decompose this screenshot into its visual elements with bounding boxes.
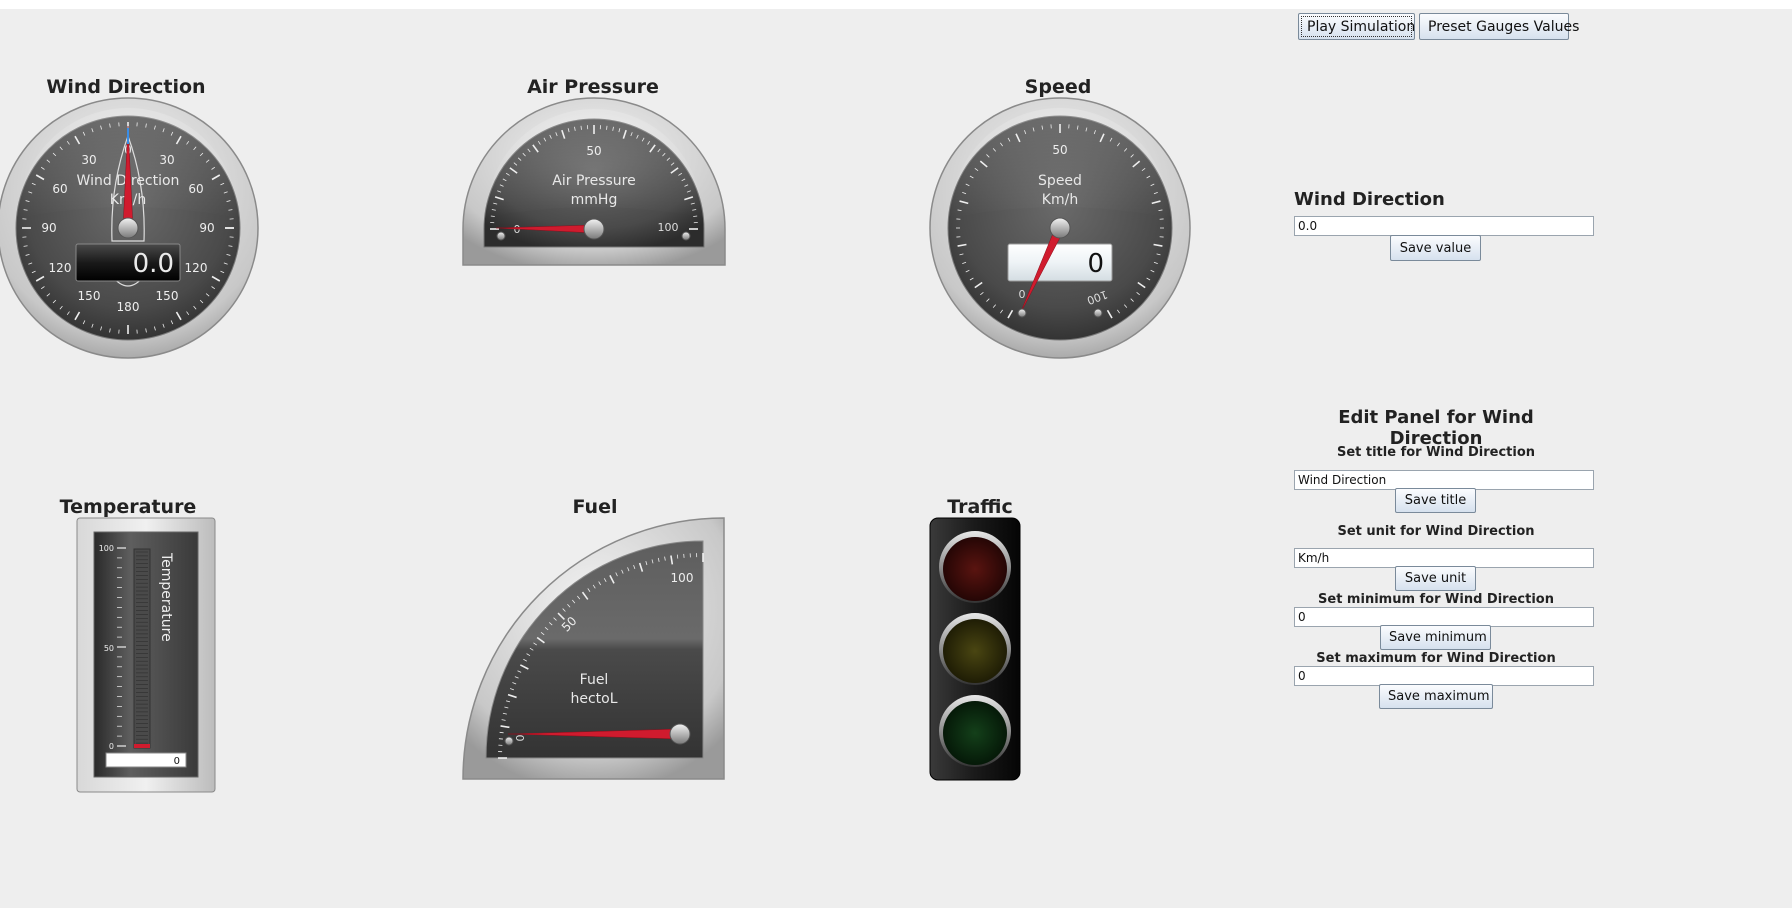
- speed-needle-hub: [1049, 217, 1071, 239]
- wind-tick-label: 30: [81, 153, 96, 167]
- play-simulation-button[interactable]: Play Simulation: [1298, 13, 1415, 40]
- pressure-gauge-name: Air Pressure: [552, 173, 635, 189]
- traffic-light[interactable]: [929, 517, 1021, 781]
- tick-mark: [580, 125, 582, 130]
- value-input[interactable]: [1294, 216, 1594, 236]
- window-top-strip: [0, 0, 1792, 9]
- wind-tick-label: 150: [156, 289, 179, 303]
- temperature-gauge[interactable]: 100 50 0 Temperature 0: [76, 517, 216, 793]
- wind-direction-title: Wind Direction: [46, 76, 206, 98]
- wind-tick-label: 60: [188, 182, 203, 196]
- pressure-tick-0: 0: [514, 223, 521, 236]
- save-title-button[interactable]: Save title: [1395, 488, 1476, 513]
- fuel-gauge[interactable]: 100 50 0 Fuel hectoL: [462, 517, 726, 781]
- wind-tick-label: 120: [49, 261, 72, 275]
- fuel-title: Fuel: [572, 496, 618, 518]
- wind-lcd-value: 0.0: [133, 249, 174, 279]
- unit-input[interactable]: [1294, 548, 1594, 568]
- speed-screw-right: [1093, 308, 1103, 318]
- pressure-screw-right: [681, 231, 691, 241]
- air-pressure-gauge[interactable]: 50 0 100 Air Pressure mmHg: [462, 97, 726, 267]
- temp-tick-100: 100: [99, 544, 114, 553]
- wind-tick-label: 180: [117, 300, 140, 314]
- temperature-gauge-name: Temperature: [158, 552, 174, 642]
- green-lamp: [943, 701, 1007, 765]
- fuel-screw: [504, 736, 514, 746]
- temp-tick-0: 0: [109, 742, 114, 751]
- speed-tick-50: 50: [1052, 143, 1067, 157]
- pressure-screw-left: [496, 231, 506, 241]
- wind-tick-label: 60: [52, 182, 67, 196]
- pressure-needle-hub: [583, 218, 605, 240]
- speed-gauge-name: Speed: [1038, 173, 1082, 189]
- pressure-gauge-unit: mmHg: [571, 192, 618, 208]
- window-bottom-strip: [0, 908, 1792, 915]
- value-panel-heading: Wind Direction: [1294, 189, 1445, 210]
- wind-tick-label: 150: [78, 289, 101, 303]
- preset-gauges-values-button[interactable]: Preset Gauges Values: [1419, 13, 1579, 40]
- fuel-gauge-unit: hectoL: [570, 691, 617, 707]
- set-maximum-label: Set maximum for Wind Direction: [1316, 651, 1556, 666]
- red-lamp: [943, 537, 1007, 601]
- temperature-lcd-value: 0: [174, 756, 180, 767]
- save-minimum-button[interactable]: Save minimum: [1380, 625, 1491, 650]
- save-unit-button[interactable]: Save unit: [1395, 566, 1476, 591]
- air-pressure-title: Air Pressure: [527, 76, 659, 98]
- pressure-tick-50: 50: [586, 144, 601, 158]
- fuel-gauge-name: Fuel: [580, 672, 609, 688]
- speed-tick-0: 0: [1019, 288, 1026, 301]
- edit-panel-heading: Edit Panel for Wind Direction: [1338, 407, 1534, 449]
- wind-needle-hub: [117, 217, 139, 239]
- tick-mark: [606, 125, 608, 130]
- thermometer-fill: [134, 744, 150, 748]
- speed-lcd-value: 0: [1087, 249, 1104, 279]
- speed-screw-left: [1017, 308, 1027, 318]
- wind-tick-label: 90: [41, 221, 56, 235]
- tick-mark: [693, 215, 698, 217]
- tick-mark: [499, 731, 504, 734]
- title-input[interactable]: [1294, 470, 1594, 490]
- fuel-needle-hub: [669, 723, 691, 745]
- set-unit-label: Set unit for Wind Direction: [1337, 524, 1535, 539]
- set-minimum-label: Set minimum for Wind Direction: [1318, 592, 1554, 607]
- pressure-tick-100: 100: [658, 221, 679, 234]
- speed-gauge[interactable]: 50 0 100 Speed Km/h 0: [928, 96, 1192, 360]
- tick-mark: [490, 215, 495, 217]
- wind-tick-label: 90: [199, 221, 214, 235]
- tick-mark: [676, 554, 679, 559]
- fuel-tick-100: 100: [671, 571, 694, 585]
- save-value-button[interactable]: Save value: [1390, 235, 1481, 261]
- wind-tick-label: 120: [185, 261, 208, 275]
- fuel-tick-0: 0: [514, 735, 527, 742]
- wind-tick-label: 30: [159, 153, 174, 167]
- temp-tick-50: 50: [104, 644, 114, 653]
- minimum-input[interactable]: [1294, 607, 1594, 627]
- speed-gauge-unit: Km/h: [1042, 192, 1078, 208]
- wind-direction-gauge[interactable]: 0 30 30 60 60 90 90 120 120 150 150 180 …: [0, 96, 260, 360]
- speed-title: Speed: [1024, 76, 1092, 98]
- thermometer-tube: [133, 548, 151, 749]
- temperature-title: Temperature: [59, 496, 197, 518]
- save-maximum-button[interactable]: Save maximum: [1379, 684, 1493, 709]
- yellow-lamp: [943, 619, 1007, 683]
- set-title-label: Set title for Wind Direction: [1336, 445, 1536, 460]
- maximum-input[interactable]: [1294, 666, 1594, 686]
